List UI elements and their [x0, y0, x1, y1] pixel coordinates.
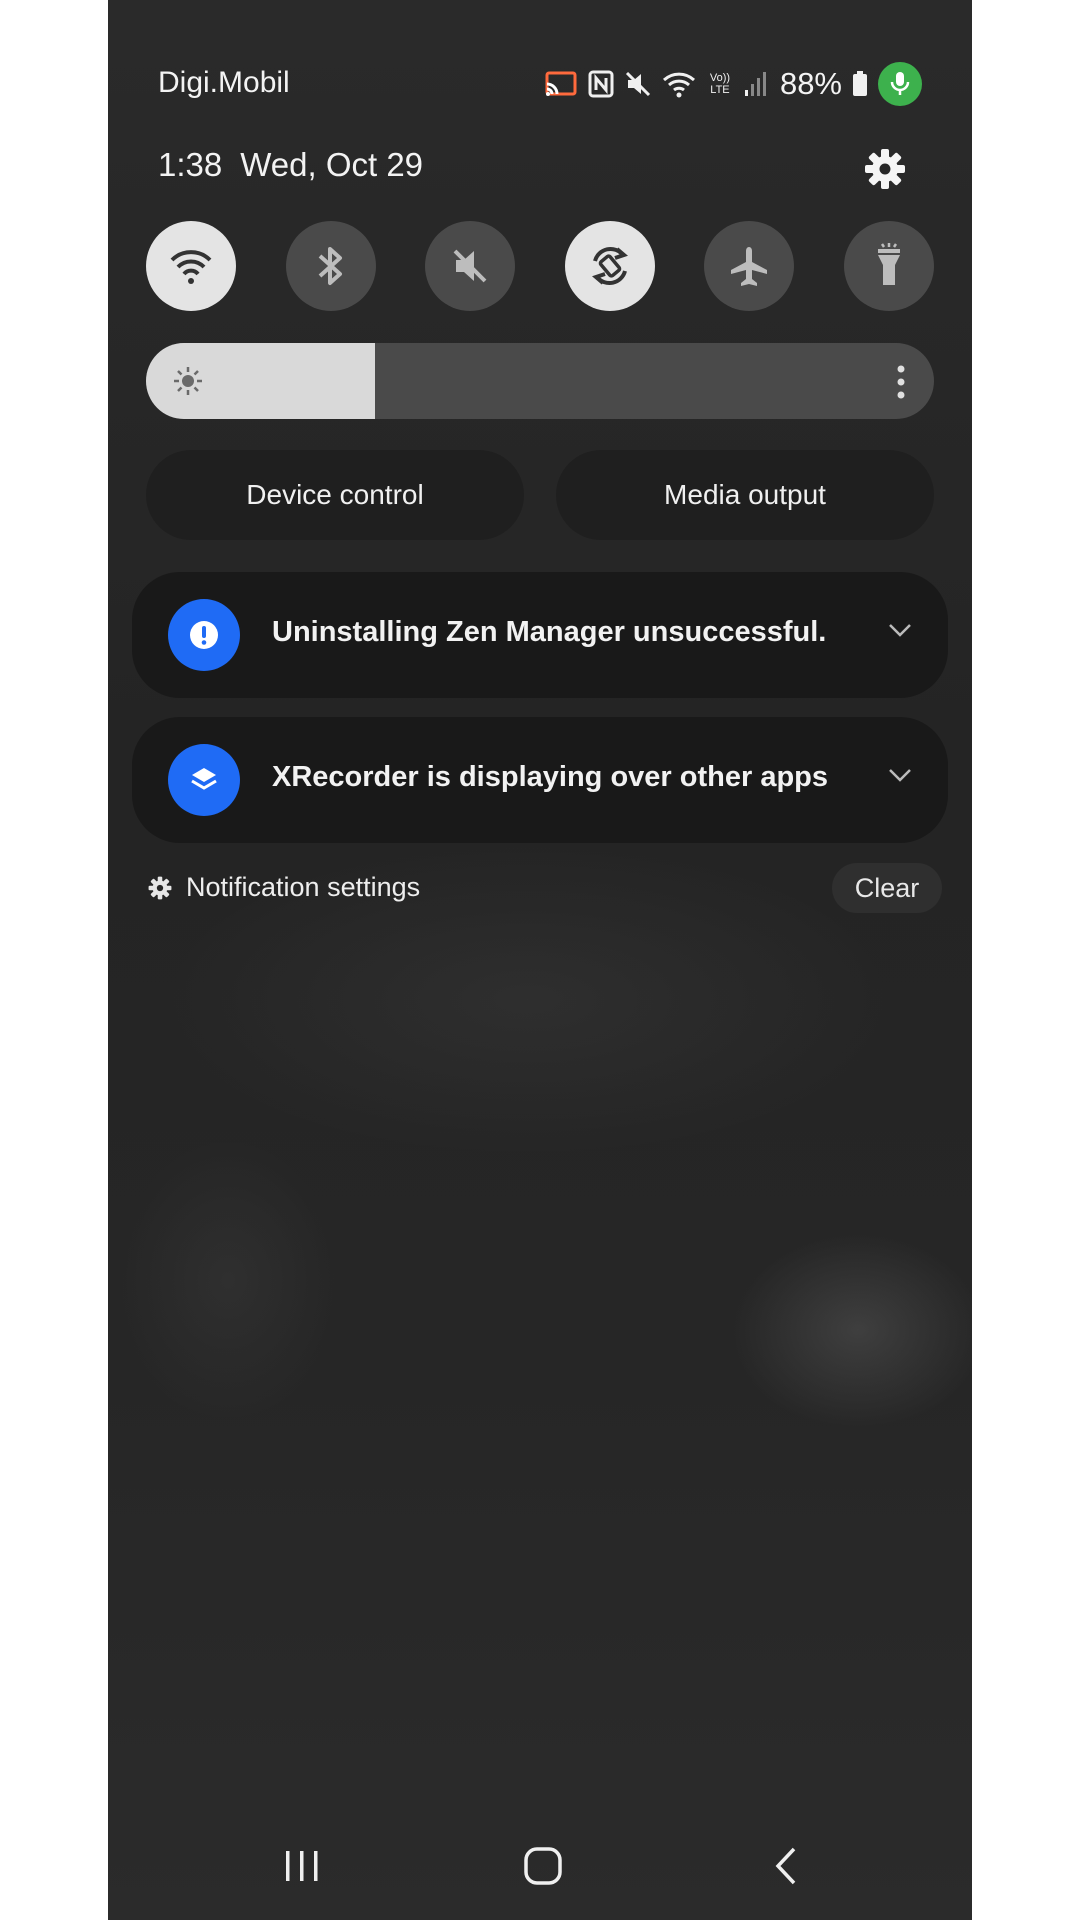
- status-bar: Digi.Mobil Vo)) LTE 88%: [108, 58, 972, 108]
- sun-icon: [174, 367, 202, 395]
- home-button[interactable]: [503, 1836, 583, 1896]
- brightness-slider[interactable]: [146, 343, 934, 419]
- notification-text: Uninstalling Zen Manager unsuccessful.: [272, 616, 827, 648]
- status-icons: Vo)) LTE 88%: [544, 62, 922, 106]
- wifi-icon: [662, 70, 696, 98]
- layers-icon: [168, 744, 240, 816]
- mute-icon: [624, 70, 652, 98]
- toggle-flashlight[interactable]: [843, 221, 934, 311]
- device-control-button[interactable]: Device control: [146, 450, 524, 540]
- mic-active-icon[interactable]: [878, 62, 922, 106]
- chevron-down-icon[interactable]: [888, 622, 912, 638]
- wifi-icon: [170, 250, 212, 284]
- media-output-button[interactable]: Media output: [556, 450, 934, 540]
- recents-button[interactable]: [262, 1836, 342, 1896]
- flashlight-icon: [877, 243, 900, 285]
- mute-icon: [453, 249, 487, 283]
- navigation-bar: [108, 1836, 972, 1896]
- toggle-wifi[interactable]: [146, 221, 236, 311]
- airplane-icon: [731, 247, 768, 286]
- toggle-airplane[interactable]: [704, 221, 795, 311]
- settings-button[interactable]: [864, 148, 906, 190]
- notification-card[interactable]: XRecorder is displaying over other apps: [132, 717, 948, 843]
- gear-icon: [148, 876, 172, 899]
- notification-settings-label: Notification settings: [186, 872, 421, 902]
- home-icon: [524, 1847, 562, 1885]
- bluetooth-icon: [318, 247, 342, 285]
- volte-lte-icon: Vo)) LTE: [709, 72, 731, 96]
- alert-icon: [168, 599, 240, 671]
- recents-icon: [286, 1851, 318, 1881]
- nfc-icon: [588, 70, 614, 98]
- carrier-name: Digi.Mobil: [158, 66, 290, 99]
- notification-card[interactable]: Uninstalling Zen Manager unsuccessful.: [132, 572, 948, 698]
- toggle-sound[interactable]: [425, 221, 516, 311]
- battery-icon: [852, 71, 868, 97]
- notification-text: XRecorder is displaying over other apps: [272, 761, 828, 793]
- notification-shade: Digi.Mobil Vo)) LTE 88% 1:38 Wed, Oct 29…: [108, 0, 972, 1920]
- chevron-down-icon[interactable]: [888, 767, 912, 783]
- signal-icon: [744, 70, 768, 98]
- quick-settings-toggles: [146, 221, 934, 311]
- toggle-bluetooth[interactable]: [285, 221, 376, 311]
- back-icon: [775, 1847, 796, 1885]
- date[interactable]: Wed, Oct 29: [240, 146, 423, 183]
- time-date-row: 1:38 Wed, Oct 29: [158, 146, 423, 184]
- back-button[interactable]: [746, 1836, 826, 1896]
- toggle-auto-rotate[interactable]: [564, 221, 655, 311]
- notification-settings-link[interactable]: Notification settings: [148, 872, 420, 903]
- rotate-icon: [591, 247, 628, 285]
- battery-percent: 88%: [779, 66, 842, 101]
- clock-time[interactable]: 1:38: [158, 146, 222, 183]
- cast-icon: [544, 70, 578, 98]
- clear-button[interactable]: Clear: [832, 863, 942, 913]
- gear-icon: [865, 149, 905, 189]
- more-vert-icon[interactable]: [896, 365, 906, 399]
